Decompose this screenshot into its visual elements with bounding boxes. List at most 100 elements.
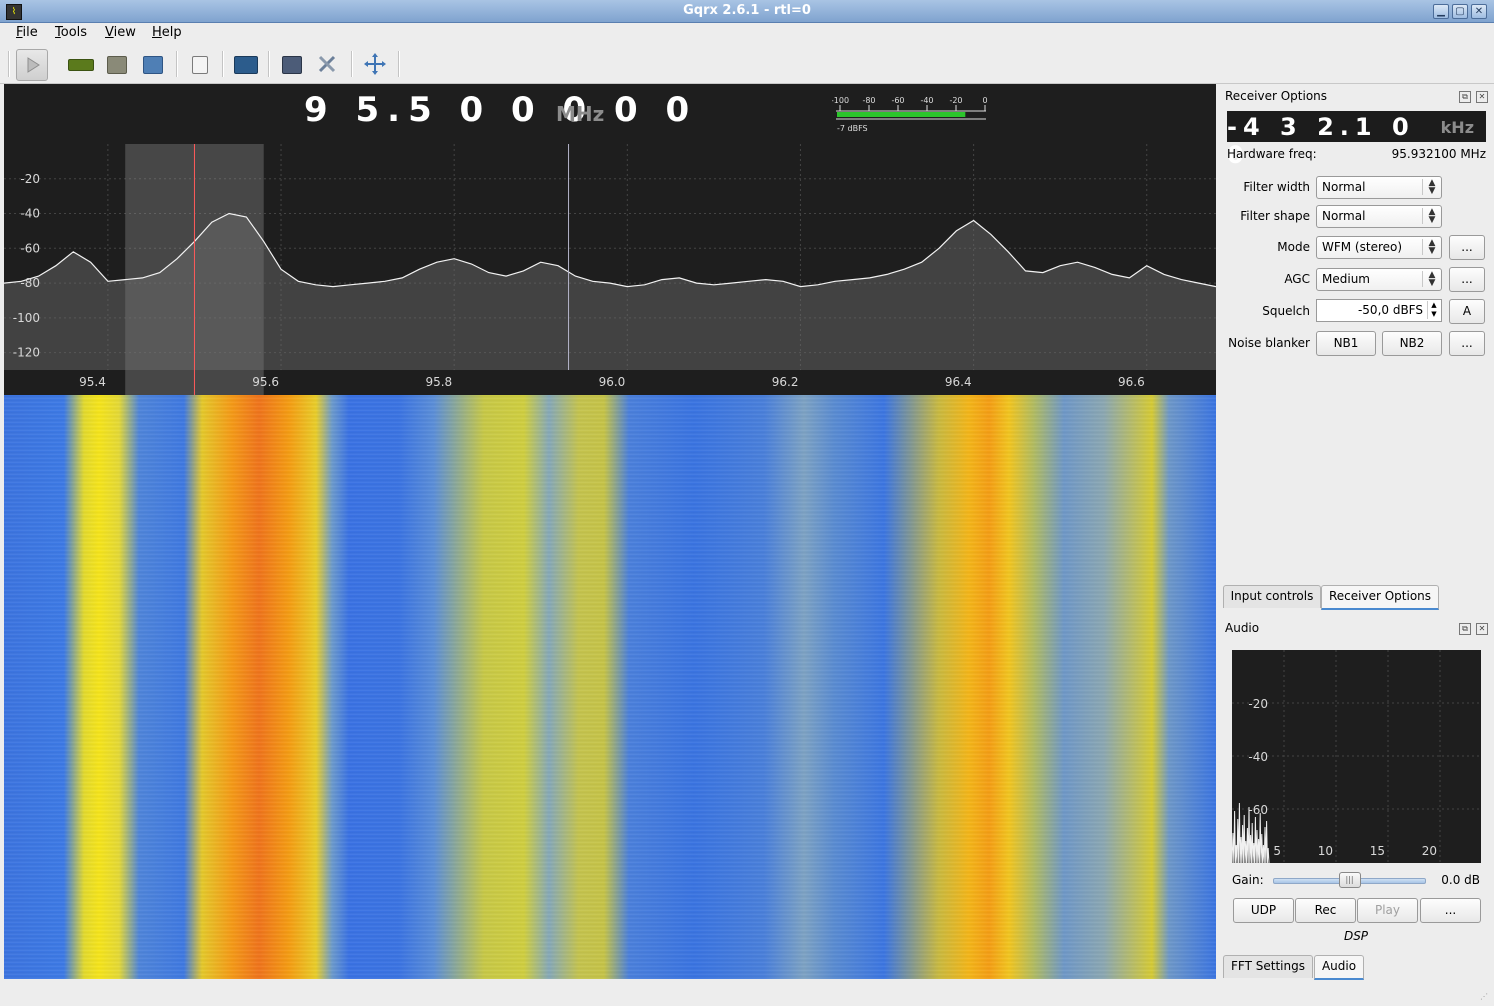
toolbar (0, 45, 1494, 84)
gain-value: 0.0 dB (1441, 873, 1480, 887)
mode-value: WFM (stereo) (1322, 240, 1403, 254)
maximize-icon[interactable]: ▢ (1452, 4, 1468, 19)
offset-frequency-display[interactable]: -4 3 2.1 0 0 kHz (1227, 111, 1486, 169)
nb-options-button[interactable]: ... (1449, 331, 1485, 356)
float-icon[interactable]: ⧉ (1459, 623, 1471, 635)
audio-x-tick-label: 5 (1273, 844, 1281, 858)
audio-y-tick-label: -60 (1248, 803, 1268, 817)
chevron-updown-icon: ▲ ▼ (1422, 239, 1441, 256)
hardware-icon (68, 59, 94, 71)
dsp-icon (234, 56, 258, 74)
fit-button[interactable] (360, 49, 390, 79)
open-icon (107, 56, 127, 74)
tab-receiver-options[interactable]: Receiver Options (1321, 585, 1439, 610)
audio-x-tick-label: 20 (1422, 844, 1437, 858)
tab-audio[interactable]: Audio (1314, 955, 1364, 980)
meter-level-label: -7 dBFS (837, 124, 868, 132)
meter-tick-label: -80 (862, 96, 875, 105)
bookmark-icon (192, 56, 208, 74)
save-button[interactable] (137, 49, 167, 79)
float-icon[interactable]: ⧉ (1459, 91, 1471, 103)
filter-shape-select[interactable]: Normal ▲ ▼ (1316, 205, 1442, 228)
mode-select[interactable]: WFM (stereo) ▲ ▼ (1316, 236, 1442, 259)
meter-svg: -100 -80 -60 -40 -20 0 -7 dBFS (831, 96, 988, 133)
audio-title: Audio (1225, 621, 1260, 635)
gain-slider-handle[interactable]: ||| (1338, 872, 1361, 888)
meter-tick-label: -20 (949, 96, 962, 105)
chevron-updown-icon: ▲ ▼ (1422, 208, 1441, 225)
waterfall-texture (4, 395, 1216, 979)
open-button[interactable] (101, 49, 131, 79)
rec-button[interactable]: Rec (1295, 898, 1356, 923)
receiver-options-title: Receiver Options (1225, 89, 1328, 103)
close-dock-icon[interactable]: ✕ (1476, 623, 1488, 635)
agc-options-button[interactable]: ... (1449, 267, 1485, 292)
y-tick-label: -40 (20, 207, 40, 221)
dsp-button[interactable] (230, 49, 260, 79)
remote-button[interactable] (276, 49, 306, 79)
agc-select[interactable]: Medium ▲ ▼ (1316, 268, 1442, 291)
spectrum-plot[interactable]: 9 5.5 0 0 0 0 0 MHz -100 -80 -60 -40 -20 0 -7… (4, 84, 1216, 395)
tab-input-controls[interactable]: Input controls (1223, 585, 1321, 608)
dsp-label: DSP (1343, 929, 1369, 943)
nb2-button[interactable]: NB2 (1382, 331, 1442, 356)
mode-label: Mode (1277, 240, 1310, 254)
filter-width-label: Filter width (1243, 180, 1310, 194)
save-icon (143, 56, 163, 74)
resize-grip-icon[interactable]: ⋰ (1480, 992, 1490, 1002)
menu-bar: File Tools View Help (0, 23, 1494, 44)
menu-help[interactable]: Help (152, 25, 182, 40)
center-frequency[interactable]: 9 5.5 0 0 0 0 0 (304, 90, 697, 130)
audio-x-tick-label: 15 (1370, 844, 1385, 858)
tab-fft-settings[interactable]: FFT Settings (1223, 955, 1313, 978)
x-tick-label: 95.4 (79, 375, 106, 389)
waterfall-display[interactable] (4, 395, 1216, 979)
filter-width-value: Normal (1322, 180, 1366, 194)
play-button[interactable] (16, 49, 48, 81)
nb1-button[interactable]: NB1 (1316, 331, 1376, 356)
menu-file[interactable]: File (16, 25, 38, 40)
play-icon (27, 57, 40, 73)
chevron-updown-icon: ▲ ▼ (1422, 179, 1441, 196)
audio-y-tick-label: -20 (1248, 697, 1268, 711)
gain-label: Gain: (1232, 873, 1264, 887)
hardware-button[interactable] (64, 49, 94, 79)
udp-button[interactable]: UDP (1233, 898, 1294, 923)
settings-button[interactable] (312, 49, 342, 79)
y-tick-label: -80 (20, 276, 40, 290)
y-tick-label: -60 (20, 241, 40, 255)
squelch-auto-button[interactable]: A (1449, 299, 1485, 324)
squelch-value: -50,0 dBFS (1357, 303, 1423, 317)
bookmark-button[interactable] (184, 49, 214, 79)
chevron-updown-icon: ▲ ▼ (1422, 271, 1441, 288)
x-tick-label: 95.8 (425, 375, 452, 389)
spectrum-chart[interactable]: -20 -40 -60 -80 -100 -120 95.4 95.6 95.8 96.0 96.2… (4, 144, 1216, 395)
frequency-unit: MHz (556, 102, 605, 126)
filter-width-select[interactable]: Normal ▲ ▼ (1316, 176, 1442, 199)
audio-y-tick-label: -40 (1248, 750, 1268, 764)
fit-icon (364, 53, 386, 75)
menu-view[interactable]: View (105, 25, 136, 40)
play-audio-button[interactable]: Play (1357, 898, 1418, 923)
x-tick-label: 95.6 (252, 375, 279, 389)
meter-tick-label: -60 (891, 96, 904, 105)
close-icon[interactable]: ✕ (1471, 4, 1487, 19)
y-tick-label: -120 (13, 346, 40, 360)
x-tick-label: 96.4 (945, 375, 972, 389)
offset-unit: kHz (1440, 118, 1474, 137)
x-tick-label: 96.2 (772, 375, 799, 389)
close-dock-icon[interactable]: ✕ (1476, 91, 1488, 103)
noise-blanker-label: Noise blanker (1228, 336, 1310, 350)
spin-arrows-icon[interactable]: ▲ ▼ (1427, 301, 1440, 319)
minimize-icon[interactable]: ▁ (1433, 4, 1449, 19)
y-tick-label: -20 (20, 172, 40, 186)
squelch-label: Squelch (1262, 304, 1310, 318)
agc-value: Medium (1322, 272, 1370, 286)
x-tick-label: 96.6 (1118, 375, 1145, 389)
squelch-spinbox[interactable]: -50,0 dBFS ▲ ▼ (1316, 299, 1442, 322)
menu-tools[interactable]: Tools (55, 25, 87, 40)
mode-options-button[interactable]: ... (1449, 235, 1485, 260)
audio-options-button[interactable]: ... (1420, 898, 1481, 923)
audio-x-tick-label: 10 (1318, 844, 1333, 858)
remote-icon (282, 56, 302, 74)
